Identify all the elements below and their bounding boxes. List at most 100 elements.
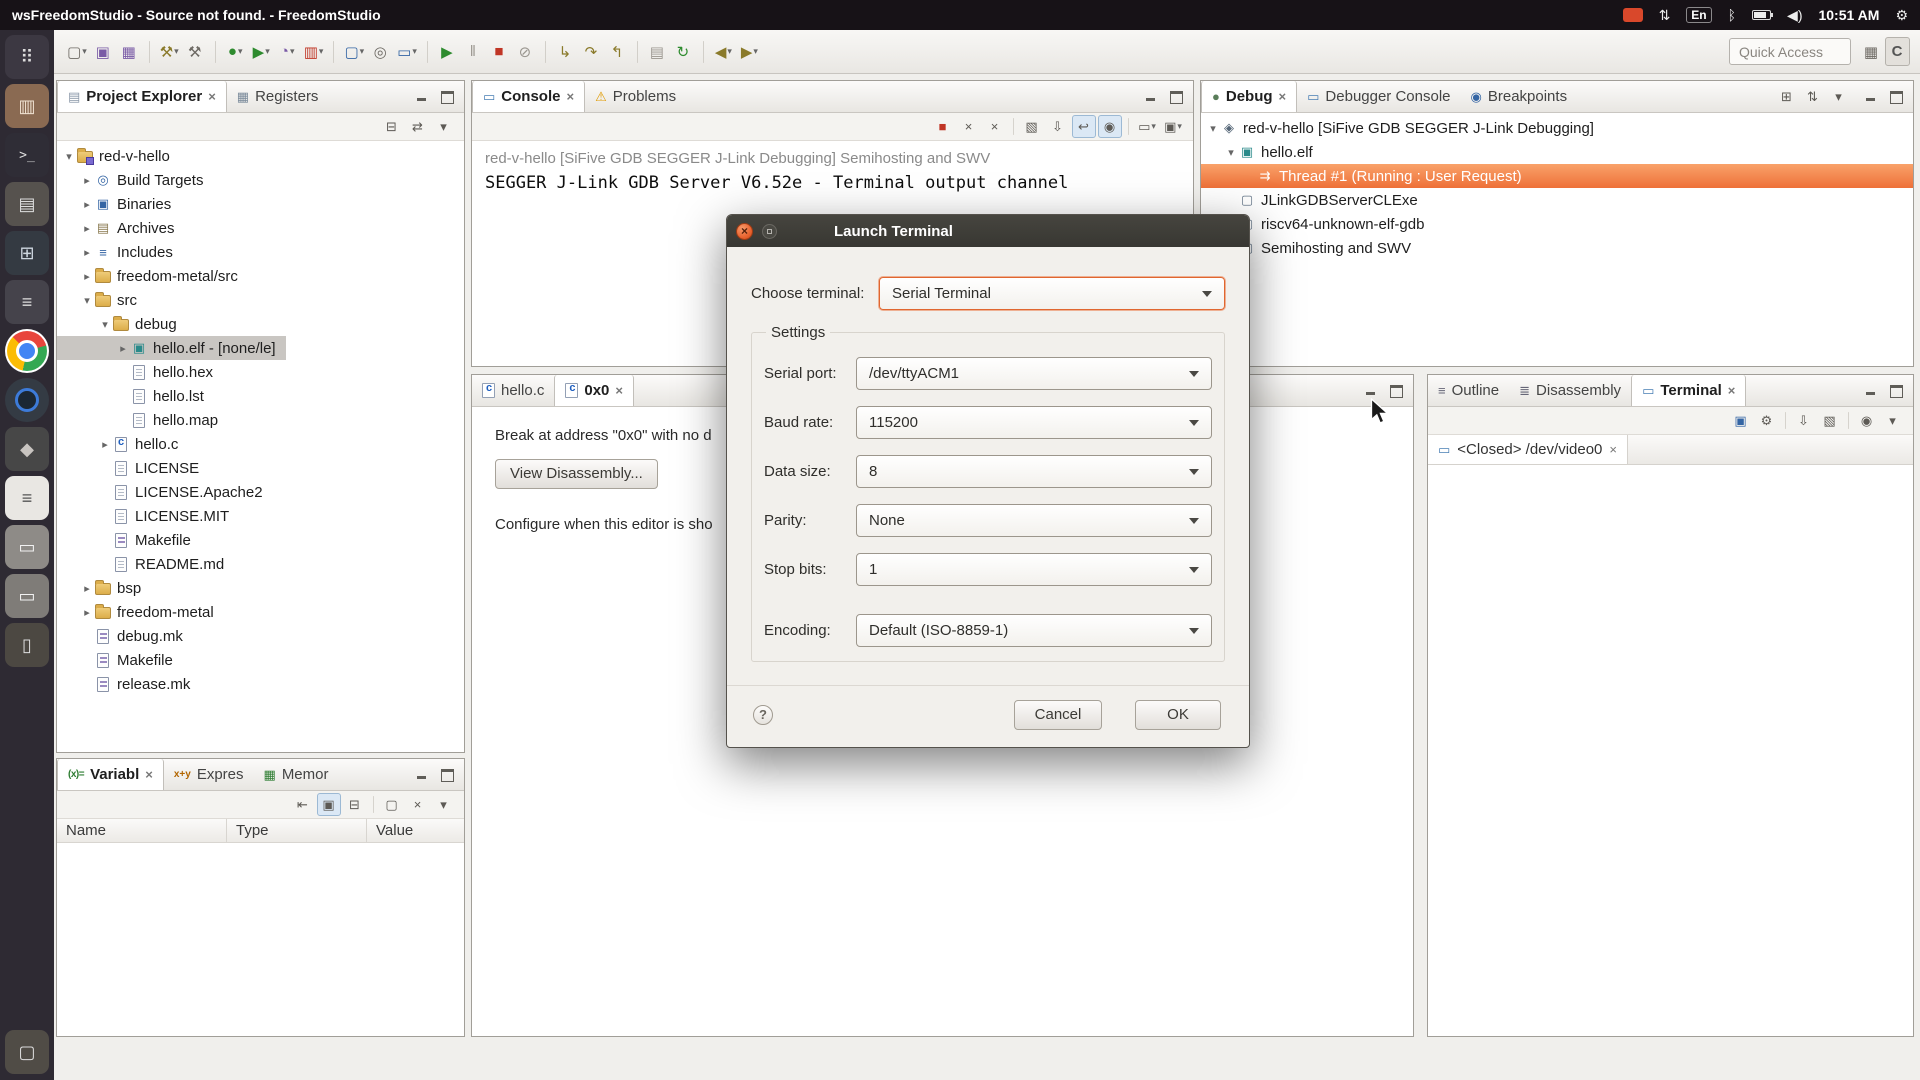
- debug-item-jlink[interactable]: JLinkGDBServerCLExe: [1201, 188, 1913, 212]
- expander-icon[interactable]: [97, 438, 113, 451]
- maximize-view-icon[interactable]: [1890, 91, 1903, 104]
- tree-item-archives[interactable]: Archives: [57, 216, 185, 240]
- tree-item-hello-map[interactable]: hello.map: [57, 408, 228, 432]
- step-return-button[interactable]: ↰: [605, 37, 630, 66]
- tree-item-license-mit[interactable]: LICENSE.MIT: [57, 504, 239, 528]
- clock[interactable]: 10:51 AM: [1818, 7, 1879, 23]
- tree-item-makefile[interactable]: Makefile: [57, 648, 183, 672]
- collapse-all-variables-button[interactable]: ⊟: [343, 793, 367, 816]
- tree-item-build-targets[interactable]: Build Targets: [57, 168, 213, 192]
- coverage-button[interactable]: ▥ ▾: [301, 37, 327, 66]
- field-select[interactable]: None: [856, 504, 1212, 537]
- terminal-connection-tab[interactable]: <Closed> /dev/video0: [1428, 435, 1628, 464]
- connect-button[interactable]: ⊞: [1775, 85, 1799, 108]
- run-button[interactable]: ▶ ▾: [249, 37, 274, 66]
- tab-memory[interactable]: Memor: [254, 759, 339, 790]
- expander-icon[interactable]: [61, 150, 77, 163]
- terminal-settings-button[interactable]: ⚙: [1755, 409, 1779, 432]
- notes-icon[interactable]: ≡: [5, 280, 49, 324]
- tab-outline[interactable]: Outline: [1428, 375, 1509, 406]
- tab-close-icon[interactable]: [1279, 90, 1287, 103]
- remove-watch-button[interactable]: ×: [406, 793, 430, 816]
- c-cpp-perspective-button[interactable]: C: [1885, 37, 1910, 66]
- close-console-button[interactable]: ×: [957, 115, 981, 138]
- terminate-button[interactable]: ■: [487, 37, 512, 66]
- tree-item-includes[interactable]: Includes: [57, 240, 183, 264]
- tree-item-src[interactable]: src: [57, 288, 147, 312]
- toolbar-button[interactable]: [214, 40, 216, 63]
- save-all-button[interactable]: ▦: [117, 37, 142, 66]
- instruction-stepping-button[interactable]: ▤: [645, 37, 670, 66]
- suspend-button[interactable]: ‖: [461, 37, 486, 66]
- resume-button[interactable]: ▶: [435, 37, 460, 66]
- expander-icon[interactable]: [79, 174, 95, 187]
- clear-terminal-button[interactable]: ▧: [1818, 409, 1842, 432]
- show-type-names-button[interactable]: ⇤: [291, 793, 315, 816]
- field-select[interactable]: /dev/ttyACM1: [856, 357, 1212, 390]
- tab-hello-c[interactable]: hello.c: [472, 375, 554, 406]
- tab-close-icon[interactable]: [1728, 384, 1736, 397]
- keyboard-layout-indicator[interactable]: En: [1686, 7, 1712, 23]
- archive-manager-icon[interactable]: ▤: [5, 182, 49, 226]
- tab-0x0[interactable]: 0x0: [554, 375, 634, 406]
- gimp-icon[interactable]: ◆: [5, 427, 49, 471]
- expander-icon[interactable]: [79, 222, 95, 235]
- session-menu-icon[interactable]: ⚙: [1895, 7, 1908, 24]
- column-header[interactable]: Value: [367, 819, 464, 842]
- expander-icon[interactable]: [79, 270, 95, 283]
- new-c-file-button[interactable]: ▢ ▾: [341, 37, 367, 66]
- tab-expressions[interactable]: Expres: [164, 759, 254, 790]
- debug-item-semihosting[interactable]: Semihosting and SWV: [1201, 236, 1913, 260]
- minimize-view-icon[interactable]: [1145, 91, 1158, 102]
- close-all-consoles-button[interactable]: ×: [983, 115, 1007, 138]
- tab-variables[interactable]: Variabl: [57, 759, 164, 790]
- expander-icon[interactable]: [79, 582, 95, 595]
- toolbar-button[interactable]: [333, 40, 335, 63]
- clean-build-button[interactable]: ⚒: [183, 37, 208, 66]
- tab-terminal[interactable]: Terminal: [1631, 375, 1747, 406]
- view-button[interactable]: [1128, 118, 1129, 135]
- field-select[interactable]: Default (ISO-8859-1): [856, 614, 1212, 647]
- cancel-button[interactable]: Cancel: [1014, 699, 1102, 730]
- profile-button[interactable]: ◔ ▾: [275, 37, 300, 66]
- help-button[interactable]: ?: [753, 704, 773, 725]
- add-watch-button[interactable]: ▢: [380, 793, 404, 816]
- tree-item-binaries[interactable]: Binaries: [57, 192, 181, 216]
- minimize-view-icon[interactable]: [1865, 385, 1878, 396]
- save-button[interactable]: ▣: [91, 37, 116, 66]
- tree-item-bsp[interactable]: bsp: [57, 576, 151, 600]
- dialog-titlebar[interactable]: Launch Terminal: [727, 215, 1249, 247]
- clear-console-button[interactable]: ▧: [1020, 115, 1044, 138]
- tree-item-red-v-hello[interactable]: red-v-hello: [57, 144, 180, 168]
- trash-icon[interactable]: ▢: [5, 1030, 49, 1074]
- tree-item-hello-elf[interactable]: hello.elf - [none/le]: [57, 336, 286, 360]
- camera-icon[interactable]: [5, 378, 49, 422]
- view-button[interactable]: [1785, 412, 1786, 429]
- tab-problems[interactable]: Problems: [585, 81, 686, 112]
- maximize-view-icon[interactable]: [1890, 385, 1903, 398]
- tree-item-hello-c[interactable]: hello.c: [57, 432, 188, 456]
- tree-item-debug[interactable]: debug: [57, 312, 187, 336]
- collapse-all-button[interactable]: ⊟: [380, 115, 404, 138]
- expander-icon[interactable]: [1223, 146, 1239, 159]
- tree-item-makefile-src[interactable]: Makefile: [57, 528, 201, 552]
- tablet-icon[interactable]: ▯: [5, 623, 49, 667]
- tree-item-readme[interactable]: README.md: [57, 552, 234, 576]
- expander-icon[interactable]: [115, 342, 131, 355]
- tab-close-icon[interactable]: [1609, 443, 1617, 456]
- maximize-view-icon[interactable]: [1390, 385, 1403, 398]
- tab-breakpoints[interactable]: Breakpoints: [1461, 81, 1578, 112]
- maximize-view-icon[interactable]: [441, 91, 454, 104]
- view-button[interactable]: [1848, 412, 1849, 429]
- open-terminal-button[interactable]: ▭ ▾: [394, 37, 420, 66]
- maximize-view-icon[interactable]: [1170, 91, 1183, 104]
- minimize-view-icon[interactable]: [1365, 385, 1378, 396]
- calculator-icon[interactable]: ⊞: [5, 231, 49, 275]
- debug-view-menu-button[interactable]: ▾: [1827, 85, 1851, 108]
- tree-item-hello-lst[interactable]: hello.lst: [57, 384, 214, 408]
- debug-item-launch[interactable]: red-v-hello [SiFive GDB SEGGER J-Link De…: [1201, 116, 1913, 140]
- tree-item-hello-hex[interactable]: hello.hex: [57, 360, 223, 384]
- field-select[interactable]: 1: [856, 553, 1212, 586]
- choose-terminal-select[interactable]: Serial Terminal: [879, 277, 1225, 310]
- forward-button[interactable]: ▶ ▾: [737, 37, 762, 66]
